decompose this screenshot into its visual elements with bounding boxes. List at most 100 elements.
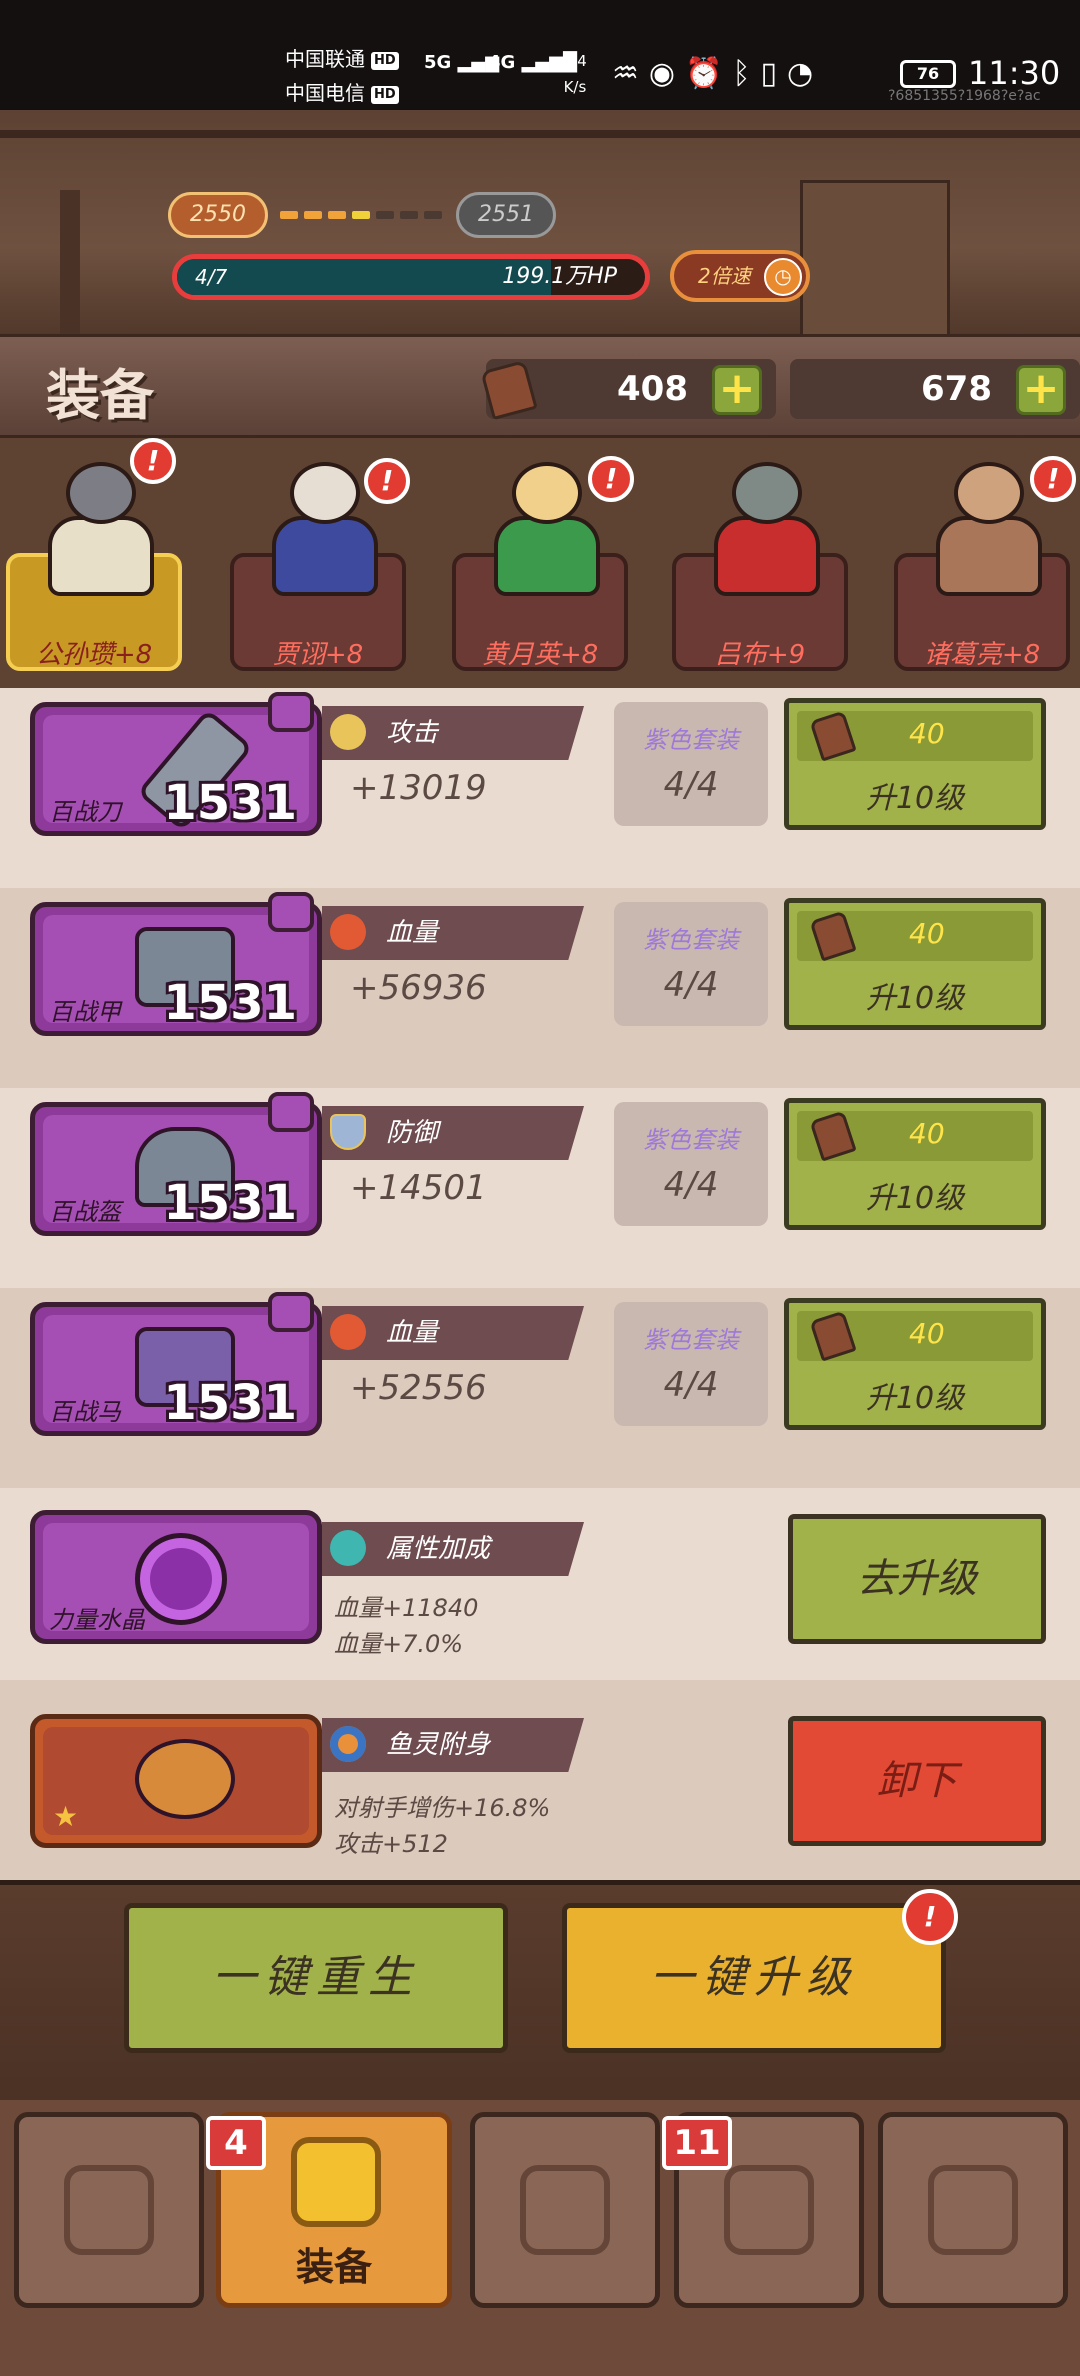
page-title: 装备 <box>46 364 154 427</box>
hero-name: 黄月英+8 <box>481 640 599 670</box>
tab-scroll[interactable] <box>878 2112 1068 2308</box>
stat-value: +14501 <box>350 1168 487 1208</box>
tab-badge: 11 <box>662 2116 732 2170</box>
progress-dot <box>328 211 346 219</box>
progress-dot <box>352 211 370 219</box>
equipment-row-helmet: 百战盔 1531 防御 +14501 紫色套装 4/4 40 升10级 <box>0 1088 1080 1288</box>
progress-dot <box>304 211 322 219</box>
bluetooth-icon: ᛒ <box>732 56 761 91</box>
gem-socket-icon <box>268 1292 314 1332</box>
progress-dot <box>376 211 394 219</box>
progress-dot <box>424 211 442 219</box>
vibrate-icon: ▯ <box>760 56 787 91</box>
app-icon: ◉ <box>648 56 686 91</box>
upgrade-10-button[interactable]: 40 升10级 <box>784 1098 1046 1230</box>
lionfish-icon <box>135 1739 235 1819</box>
set-info: 紫色套装 4/4 <box>614 1102 768 1226</box>
resource-second: 678 + <box>790 359 1080 419</box>
carrier-2: 中国电信 <box>285 81 365 105</box>
stat-value: +56936 <box>350 968 487 1008</box>
alert-badge: ! <box>1030 456 1076 502</box>
resource-value: 408 <box>617 369 688 409</box>
action-bar: 一键重生 一键升级 ! <box>0 1880 1080 2110</box>
armor-tab-icon <box>291 2137 381 2227</box>
tab-badge: 4 <box>206 2116 266 2170</box>
item-name: 百战刀 <box>49 798 121 826</box>
blood-drop-icon <box>330 914 366 950</box>
tab-helmet[interactable] <box>470 2112 660 2308</box>
hero-name: 吕布+9 <box>714 640 806 670</box>
go-upgrade-button[interactable]: 去升级 <box>788 1514 1046 1644</box>
progress-dot <box>400 211 418 219</box>
stat-tag: 血量 <box>322 906 584 960</box>
progress-dot <box>280 211 298 219</box>
upgrade-10-button[interactable]: 40 升10级 <box>784 1298 1046 1430</box>
rebirth-all-button[interactable]: 一键重生 <box>124 1903 508 2053</box>
hp-fill <box>177 259 552 295</box>
hero-name: 公孙瓒+8 <box>35 640 153 670</box>
carrier-1: 中国联通 <box>285 47 365 71</box>
set-info: 紫色套装 4/4 <box>614 902 768 1026</box>
upgrade-all-button[interactable]: 一键升级 <box>562 1903 946 2053</box>
clock-icon: ◷ <box>764 258 802 296</box>
add-resource-button[interactable]: + <box>712 365 762 415</box>
wave-counter: 4/7 <box>195 265 228 289</box>
gem-socket-icon <box>268 892 314 932</box>
boss-hp-bar: 4/7 199.1万HP <box>172 254 650 300</box>
hd-badge: HD <box>371 85 399 104</box>
crystal-row: 力量水晶 属性加成 血量+11840 血量+7.0% 去升级 <box>0 1488 1080 1688</box>
resource-value: 678 <box>921 369 992 409</box>
hero-card[interactable]: 黄月英+8 ! <box>436 438 636 688</box>
alert-badge: ! <box>364 458 410 504</box>
stat-tag: 鱼灵附身 <box>322 1718 584 1772</box>
equipment-header: 装备 408 + 678 + <box>0 334 1080 438</box>
chest-tab-icon <box>724 2165 814 2255</box>
crystal-icon <box>330 1530 366 1566</box>
stat-value: +13019 <box>350 768 487 808</box>
hero-card[interactable]: 贾诩+8 ! <box>214 438 414 688</box>
set-info: 紫色套装 4/4 <box>614 702 768 826</box>
unequip-button[interactable]: 卸下 <box>788 1716 1046 1846</box>
gem-socket-icon <box>268 692 314 732</box>
hero-selector: 公孙瓒+8 ! 贾诩+8 ! 黄月英+8 ! 吕布+9 诸葛亮+8 ! <box>0 438 1080 688</box>
hero-portrait <box>692 438 842 598</box>
speed-toggle-button[interactable]: 2倍速 ◷ <box>670 250 810 302</box>
device-id: ?6851355?1968?e?ac <box>888 88 1041 104</box>
equipment-row-weapon: 百战刀 1531 攻击 +13019 紫色套装 4/4 40 升10级 <box>0 688 1080 888</box>
stat-tag: 属性加成 <box>322 1522 584 1576</box>
tab-horse[interactable] <box>14 2112 204 2308</box>
bottom-tab-bar: 装备 4 11 <box>0 2100 1080 2376</box>
bonus-line: 血量+7.0% <box>334 1630 464 1658</box>
stat-value: +52556 <box>350 1368 487 1408</box>
speed-label: 2倍速 <box>698 264 751 288</box>
item-name: 百战甲 <box>49 998 121 1026</box>
spirit-row: ★ 鱼灵附身 对射手增伤+16.8% 攻击+512 卸下 <box>0 1680 1080 1880</box>
nfc-icon: ♒ <box>612 56 649 91</box>
current-level-badge: 2550 <box>168 192 268 238</box>
item-level: 1531 <box>163 775 297 831</box>
clock-time: 11:30 <box>968 54 1061 92</box>
status-icons: ♒◉⏰ᛒ▯◔ <box>612 56 823 91</box>
blood-drop-icon <box>330 1314 366 1350</box>
add-resource-button[interactable]: + <box>1016 365 1066 415</box>
gauge-icon: ◔ <box>786 56 824 91</box>
coffin-coin-icon <box>480 359 538 421</box>
spirit-card[interactable]: ★ <box>30 1714 322 1848</box>
upgrade-10-button[interactable]: 40 升10级 <box>784 698 1046 830</box>
hero-name: 贾诩+8 <box>272 640 364 670</box>
alert-badge: ! <box>902 1889 958 1945</box>
crystal-card[interactable]: 力量水晶 <box>30 1510 322 1644</box>
fish-orb-icon <box>330 1726 366 1762</box>
hero-card[interactable]: 吕布+9 <box>656 438 856 688</box>
hd-badge: HD <box>371 51 399 70</box>
hero-card[interactable]: 诸葛亮+8 ! <box>878 438 1078 688</box>
alert-badge: ! <box>130 438 176 484</box>
upgrade-10-button[interactable]: 40 升10级 <box>784 898 1046 1030</box>
bonus-line: 对射手增伤+16.8% <box>334 1794 551 1822</box>
network-speed: 6.4 K/s <box>563 52 587 96</box>
sword-icon <box>330 714 366 750</box>
item-level: 1531 <box>163 975 297 1031</box>
hero-card[interactable]: 公孙瓒+8 ! <box>0 438 190 688</box>
stat-tag: 防御 <box>322 1106 584 1160</box>
bonus-line: 攻击+512 <box>334 1830 448 1858</box>
